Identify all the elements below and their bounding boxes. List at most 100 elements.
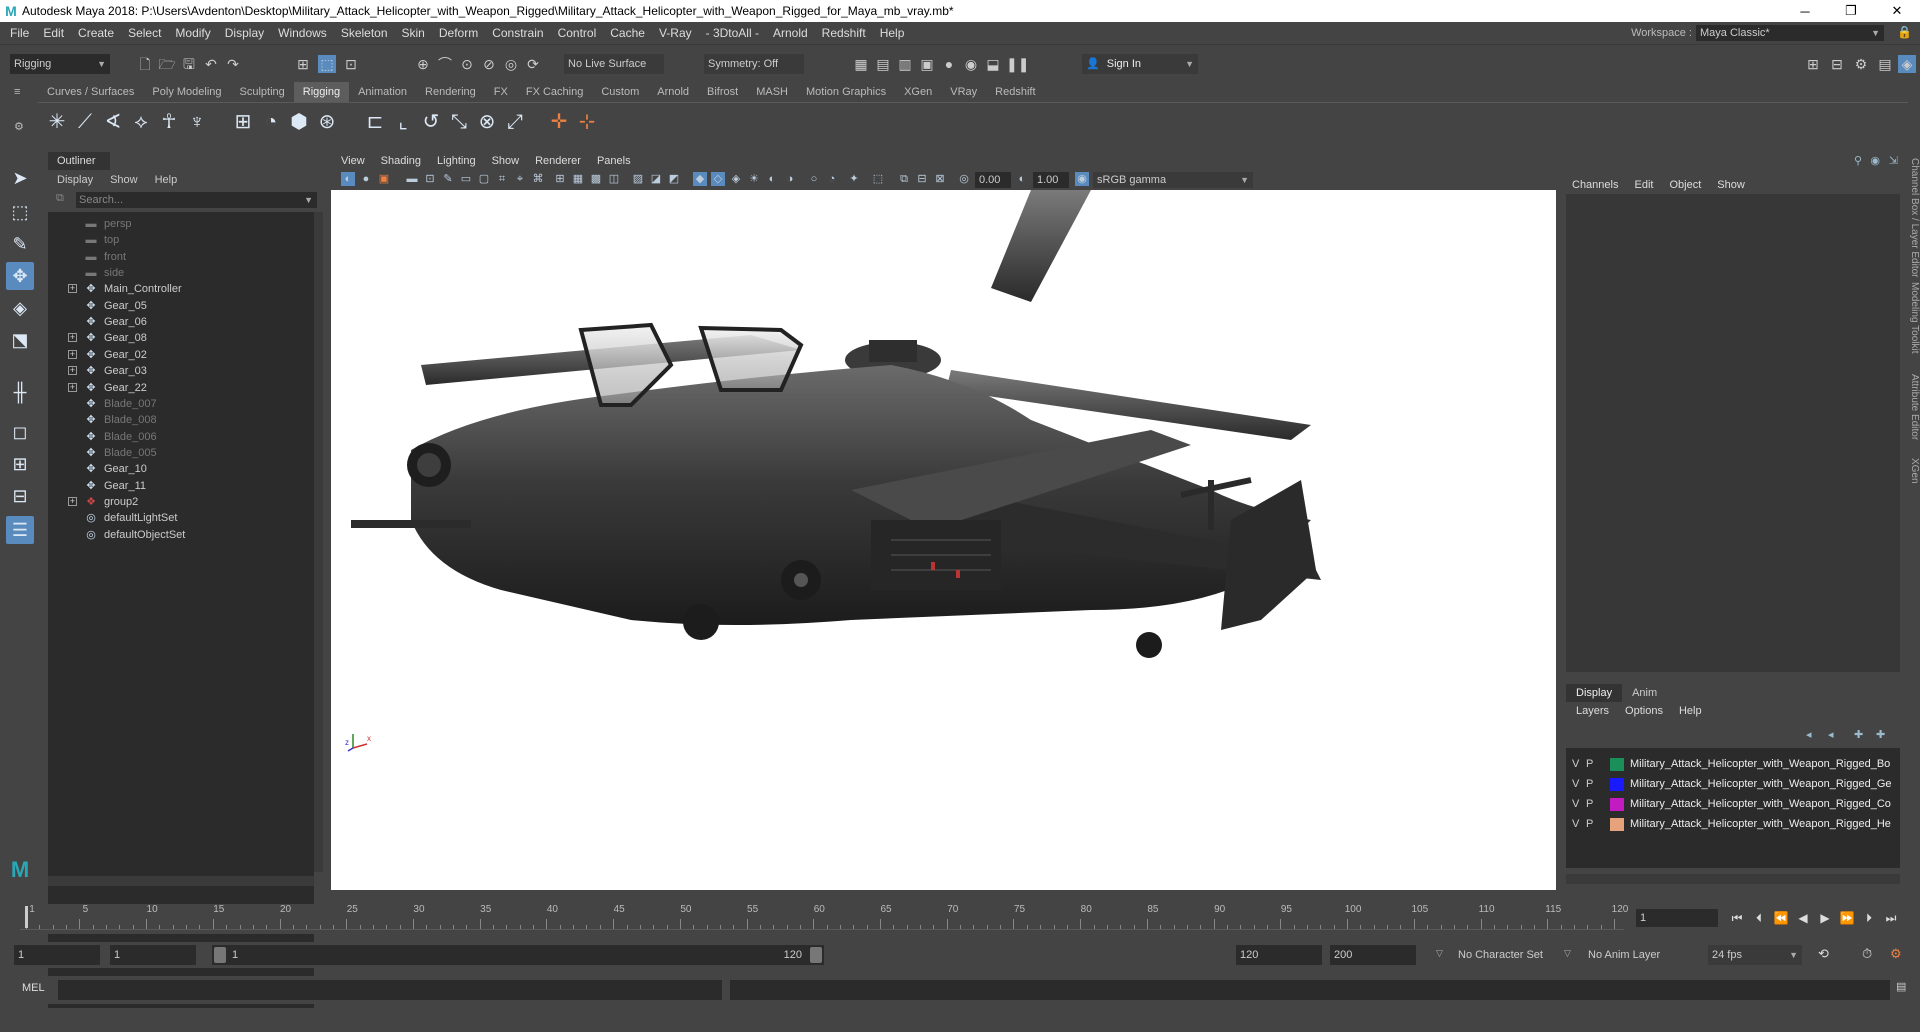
lattice-icon[interactable]: ⬢ — [286, 109, 312, 135]
single-view-icon[interactable]: ◻ — [6, 418, 34, 446]
shelf-settings-icon[interactable]: ⚙ — [14, 120, 28, 134]
safe-title-icon[interactable]: ⌘ — [531, 172, 545, 186]
outliner-layout-icon[interactable]: ☰ — [6, 516, 34, 544]
menu-windows[interactable]: Windows — [271, 22, 334, 44]
snap-view-icon[interactable]: ⊘ — [480, 55, 498, 73]
point-constraint-icon[interactable]: ⌞ — [390, 109, 416, 135]
channel-box-icon[interactable]: ⚲ — [1854, 154, 1862, 167]
move-tool-icon[interactable]: ✥ — [6, 262, 34, 290]
layer-color-swatch[interactable] — [1610, 798, 1624, 811]
select-component-icon[interactable]: ⊡ — [342, 55, 360, 73]
layer-tab-anim[interactable]: Anim — [1622, 684, 1667, 702]
locator-icon[interactable]: ✛ — [546, 109, 572, 135]
depth-of-field-icon[interactable]: ✦ — [847, 172, 861, 186]
playback-end-field[interactable]: 120 — [1236, 945, 1322, 965]
layer-row[interactable]: V P Military_Attack_Helicopter_with_Weapon… — [1566, 754, 1900, 774]
layer-visibility-toggle[interactable]: V — [1572, 814, 1579, 834]
hypershade-icon[interactable]: ● — [940, 55, 958, 73]
frame-selected-icon[interactable]: ⊟ — [915, 172, 929, 186]
xray-joints-icon[interactable]: ◩ — [667, 172, 681, 186]
lasso-tool-icon[interactable]: ⬚ — [6, 198, 34, 226]
anti-aliasing-icon[interactable]: ◔ — [825, 172, 839, 186]
layer-menu-help[interactable]: Help — [1679, 702, 1702, 720]
menu-display[interactable]: Display — [218, 22, 271, 44]
joint-tool-icon[interactable]: ✳ — [44, 109, 70, 135]
shelf-tab-arnold[interactable]: Arnold — [648, 82, 698, 102]
minimize-button[interactable]: ─ — [1782, 0, 1828, 22]
move-layer-down-icon[interactable]: ◂ — [1828, 728, 1834, 741]
camera-icon[interactable]: ⊠ — [933, 172, 947, 186]
range-bar[interactable]: 1 120 — [212, 945, 824, 965]
play-backward-icon[interactable]: ◀ — [1794, 908, 1812, 928]
soft-select-icon[interactable]: ╫ — [6, 378, 34, 406]
layer-playback-toggle[interactable]: P — [1586, 814, 1593, 834]
side-tab-xgen[interactable]: XGen — [1906, 458, 1920, 484]
viewport-menu-shading[interactable]: Shading — [371, 152, 421, 170]
render-view-icon[interactable]: ▦ — [852, 55, 870, 73]
snap-grid-icon[interactable]: ⊕ — [414, 55, 432, 73]
character-set-icon[interactable]: ▽ — [1436, 948, 1443, 959]
shelf-tab-custom[interactable]: Custom — [592, 82, 648, 102]
outliner-search-input[interactable]: Search... ▼ — [76, 192, 317, 208]
vray-icon[interactable]: ◉ — [962, 55, 980, 73]
layer-tab-display[interactable]: Display — [1566, 684, 1623, 702]
time-ruler[interactable]: 1 5 10 15 20 25 30 35 40 45 50 55 60 65 70 75 80 85 90 95 10… — [20, 904, 1628, 930]
layer-row[interactable]: V P Military_Attack_Helicopter_with_Weapon… — [1566, 774, 1900, 794]
viewport-menu-panels[interactable]: Panels — [587, 152, 631, 170]
shadows-icon[interactable]: ◐ — [765, 172, 779, 186]
layer-visibility-toggle[interactable]: V — [1572, 754, 1579, 774]
layer-color-swatch[interactable] — [1610, 818, 1624, 831]
layer-row[interactable]: V P Military_Attack_Helicopter_with_Weapon… — [1566, 794, 1900, 814]
tool-settings-icon[interactable]: ⚙ — [1852, 55, 1870, 73]
mel-label[interactable]: MEL — [22, 982, 45, 994]
side-tab-channel-box-layer-editor[interactable]: Channel Box / Layer Editor — [1906, 158, 1920, 278]
shelf-tab-mash[interactable]: MASH — [747, 82, 797, 102]
orient-constraint-icon[interactable]: ↺ — [418, 109, 444, 135]
workspace-select[interactable]: Maya Classic* ▼ — [1696, 25, 1884, 41]
channelbox-menu-object[interactable]: Object — [1669, 176, 1701, 194]
bookmarks-icon[interactable]: ▣ — [377, 172, 391, 186]
humanik-icon[interactable]: ☥ — [156, 109, 182, 135]
shelf-tab-fx-caching[interactable]: FX Caching — [517, 82, 592, 102]
sign-in-button[interactable]: 👤 Sign In ▼ — [1082, 54, 1198, 74]
expand-icon[interactable]: + — [68, 349, 77, 359]
ik-handle-icon[interactable]: ⟋ — [72, 109, 98, 135]
anim-layer-icon[interactable]: ▽ — [1564, 948, 1571, 959]
snap-curve-icon[interactable]: ⌒ — [436, 55, 454, 73]
layer-visibility-toggle[interactable]: V — [1572, 794, 1579, 814]
live-surface-field[interactable]: No Live Surface — [564, 54, 664, 74]
script-editor-icon[interactable]: ▤ — [1896, 980, 1906, 993]
isolate-icon[interactable]: ◫ — [607, 172, 621, 186]
new-scene-icon[interactable]: 🗋 — [136, 55, 154, 73]
shelf-tab-fx[interactable]: FX — [485, 82, 517, 102]
shelf-tab-redshift[interactable]: Redshift — [986, 82, 1044, 102]
current-frame-field[interactable]: 1 — [1636, 909, 1718, 927]
layer-menu-layers[interactable]: Layers — [1576, 702, 1609, 720]
menu-deform[interactable]: Deform — [432, 22, 485, 44]
rotate-tool-icon[interactable]: ◈ — [6, 294, 34, 322]
outliner-item-defaultobjectset[interactable]: ◎ defaultObjectSet — [48, 525, 310, 545]
shelf-tab-xgen[interactable]: XGen — [895, 82, 941, 102]
step-back-key-icon[interactable]: ⏴ — [1750, 908, 1768, 928]
layer-playback-toggle[interactable]: P — [1586, 774, 1593, 794]
select-tool-icon[interactable]: ➤ — [6, 164, 34, 192]
layer-playback-toggle[interactable]: P — [1586, 754, 1593, 774]
playback-start-field[interactable]: 1 — [110, 945, 196, 965]
step-back-frame-icon[interactable]: ⏪ — [1772, 908, 1790, 928]
maximize-button[interactable]: ❐ — [1828, 0, 1874, 22]
layout-icon[interactable]: ◈ — [1898, 55, 1916, 73]
close-button[interactable]: ✕ — [1874, 0, 1920, 22]
menu-file[interactable]: File — [3, 22, 36, 44]
lights-icon[interactable]: ☀ — [747, 172, 761, 186]
shelf-tab-curves-surfaces[interactable]: Curves / Surfaces — [38, 82, 143, 102]
character-set-dropdown[interactable]: No Character Set — [1454, 945, 1558, 965]
wireframe-on-shaded-icon[interactable]: ◇ — [711, 172, 725, 186]
snap-point-icon[interactable]: ⊙ — [458, 55, 476, 73]
command-input[interactable] — [58, 980, 722, 1000]
gamma-icon[interactable]: ◐ — [1015, 172, 1029, 186]
shelf-tab-sculpting[interactable]: Sculpting — [231, 82, 294, 102]
ambient-occlusion-icon[interactable]: ◑ — [783, 172, 797, 186]
ipr-render-icon[interactable]: ▥ — [896, 55, 914, 73]
auto-key-icon[interactable]: ⏱ — [1862, 946, 1872, 962]
attribute-editor-icon[interactable]: ⊟ — [1828, 55, 1846, 73]
